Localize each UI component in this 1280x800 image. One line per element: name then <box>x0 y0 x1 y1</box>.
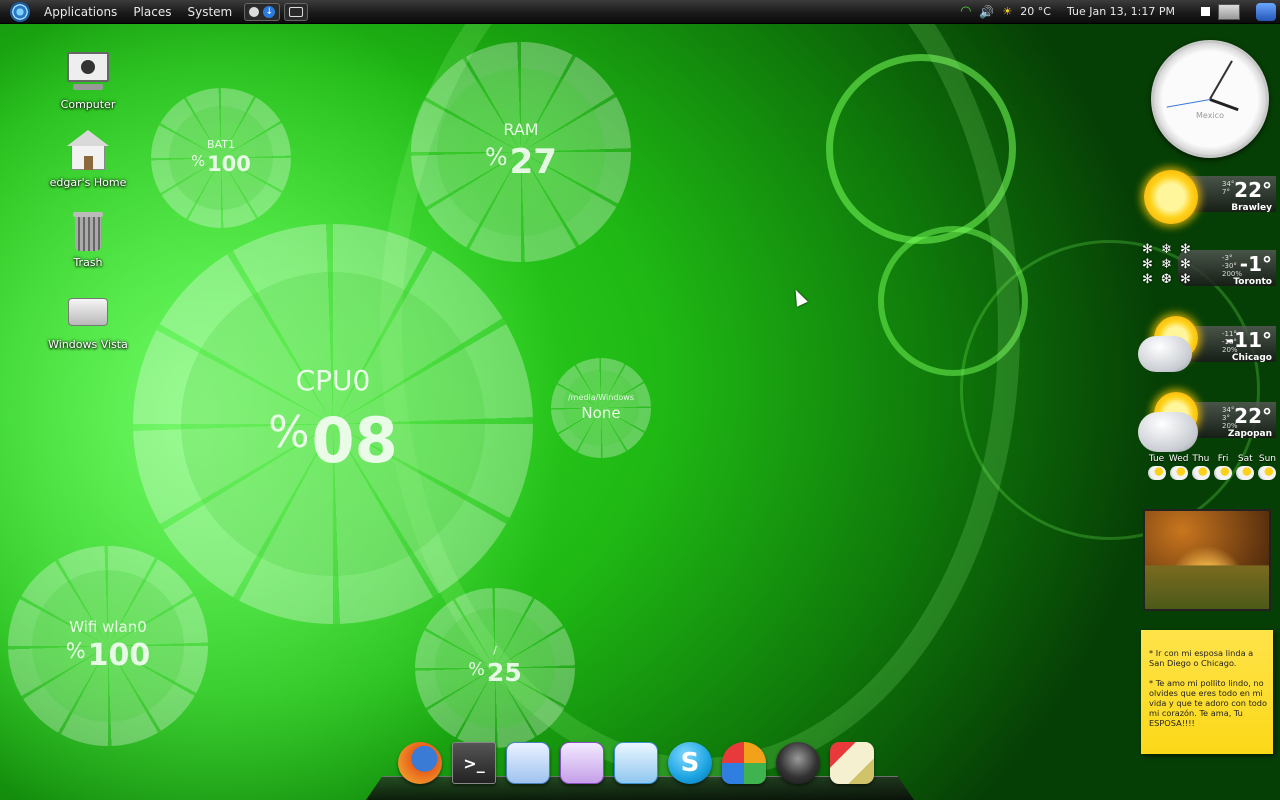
top-panel: Applications Places System ↓ ◠ 🔊 ☀ 20 °C… <box>0 0 1280 24</box>
forecast-day: Wed <box>1168 454 1189 480</box>
firefox-icon[interactable] <box>398 742 442 784</box>
ram-monitor: RAM %27 <box>411 42 631 262</box>
show-desktop-icon[interactable] <box>1201 7 1210 16</box>
desktop-icon-label: Trash <box>73 256 103 269</box>
root-label: / <box>493 644 497 657</box>
menu-places[interactable]: Places <box>125 0 179 24</box>
weather-city: Chicago <box>1231 353 1272 363</box>
root-value: %25 <box>468 658 522 687</box>
home-folder-icon <box>65 128 111 174</box>
forecast-day: Tue <box>1146 454 1167 480</box>
forecast-weather-icon <box>1147 466 1166 480</box>
cpu-value: %08 <box>268 404 398 477</box>
sticky-note-line: * Te amo mi pollito lindo, no olvides qu… <box>1149 678 1268 728</box>
root-fs-monitor: / %25 <box>415 588 575 748</box>
media-value: None <box>581 404 621 422</box>
weather-toronto[interactable]: ✻ ❄ ✻ ✻ ❄ ✻ ✻ ❆ ✻ -3° -30° 200% -1° Toronto <box>1138 240 1278 304</box>
battery-label: BAT1 <box>207 138 235 151</box>
sticky-note-line: * Ir con mi esposa linda a San Diego o C… <box>1149 648 1254 668</box>
battery-value: %100 <box>191 152 251 176</box>
skype-icon[interactable]: S <box>668 742 712 784</box>
forecast-day: Sat <box>1235 454 1256 480</box>
trash-icon <box>65 208 111 254</box>
forecast-weather-icon <box>1214 466 1233 480</box>
clock-city: Mexico <box>1196 111 1224 120</box>
cpu-label: CPU0 <box>295 364 371 397</box>
weather-forecast: Tue Wed Thu Fri Sat Sun <box>1146 454 1278 480</box>
computer-icon <box>65 50 111 96</box>
weather-panel-icon[interactable]: ☀ <box>1002 5 1012 18</box>
forecast-day: Thu <box>1190 454 1211 480</box>
wifi-value: %100 <box>65 638 151 673</box>
desktop-icon-label: Windows Vista <box>48 338 128 351</box>
cpu-monitor: CPU0 %08 <box>133 224 533 624</box>
weather-temp: 22° <box>1234 404 1272 428</box>
desktop-icon-home[interactable]: edgar's Home <box>40 128 136 189</box>
distro-logo-icon[interactable] <box>10 1 30 22</box>
weather-temp: -1° <box>1239 252 1272 276</box>
minute-hand <box>1209 60 1233 100</box>
desktop-icon-trash[interactable]: Trash <box>40 208 136 269</box>
wifi-monitor: Wifi wlan0 %100 <box>8 546 208 746</box>
hour-hand <box>1209 98 1239 112</box>
photo-frame[interactable] <box>1143 509 1271 611</box>
second-hand <box>1166 99 1211 108</box>
wifi-label: Wifi wlan0 <box>69 618 147 636</box>
desktop-icon-windows-vista[interactable]: Windows Vista <box>40 290 136 351</box>
user-icon[interactable] <box>249 6 260 17</box>
menu-system[interactable]: System <box>179 0 240 24</box>
ram-value: %27 <box>485 142 557 182</box>
gimp-icon[interactable] <box>776 742 820 784</box>
impress-icon[interactable] <box>560 742 604 784</box>
panel-weather-temp[interactable]: 20 °C <box>1020 5 1051 18</box>
paint-icon[interactable] <box>830 742 874 784</box>
weather-temp: -11° <box>1225 328 1272 352</box>
sticky-note[interactable]: * Ir con mi esposa linda a San Diego o C… <box>1141 630 1273 754</box>
lock-screen-icon[interactable] <box>1256 2 1276 21</box>
desktop-icon-label: edgar's Home <box>49 176 127 189</box>
ram-label: RAM <box>503 120 539 139</box>
desktop-icon-label: Computer <box>60 98 116 111</box>
dock: >_ S <box>398 742 874 784</box>
forecast-weather-icon <box>1236 466 1255 480</box>
weather-brawley[interactable]: 34° 7° 22° Brawley <box>1138 166 1278 230</box>
weather-city: Zapopan <box>1227 429 1272 439</box>
panel-clock[interactable]: Tue Jan 13, 1:17 PM <box>1067 5 1175 18</box>
writer-icon[interactable] <box>506 742 550 784</box>
media-windows-monitor: /media/Windows None <box>551 358 651 458</box>
forecast-day: Fri <box>1213 454 1234 480</box>
menu-applications[interactable]: Applications <box>36 0 125 24</box>
battery-monitor: BAT1 %100 <box>151 88 291 228</box>
sun-icon <box>1144 170 1198 224</box>
wifi-signal-icon[interactable]: ◠ <box>960 4 971 19</box>
forecast-day: Sun <box>1257 454 1278 480</box>
forecast-weather-icon <box>1169 466 1188 480</box>
forecast-weather-icon <box>1191 466 1210 480</box>
terminal-icon[interactable]: >_ <box>452 742 496 784</box>
weather-city: Brawley <box>1231 203 1272 213</box>
screenshot-launcher[interactable] <box>284 2 309 21</box>
weather-city: Toronto <box>1233 277 1272 287</box>
workspace-switcher[interactable] <box>1218 3 1240 20</box>
desktop-icon-computer[interactable]: Computer <box>40 50 136 111</box>
mouse-cursor-icon <box>790 287 808 307</box>
weather-zapopan[interactable]: 34° 3° 20% 22° Zapopan <box>1138 392 1278 456</box>
draw-icon[interactable] <box>614 742 658 784</box>
weather-chicago[interactable]: -11° -18° 20% -11° Chicago <box>1138 316 1278 380</box>
media-label: /media/Windows <box>567 393 635 402</box>
forecast-weather-icon <box>1258 466 1277 480</box>
volume-icon[interactable]: 🔊 <box>979 5 994 19</box>
launcher-group: ↓ <box>244 2 281 21</box>
download-icon[interactable]: ↓ <box>263 5 276 18</box>
drive-icon <box>65 290 111 336</box>
analog-clock[interactable]: Mexico <box>1151 40 1269 158</box>
messenger-icon[interactable] <box>722 742 766 784</box>
snow-icon: ✻ ❄ ✻ ✻ ❄ ✻ ✻ ❆ ✻ <box>1142 242 1193 287</box>
camera-icon <box>289 6 304 17</box>
weather-temp: 22° <box>1234 178 1272 202</box>
